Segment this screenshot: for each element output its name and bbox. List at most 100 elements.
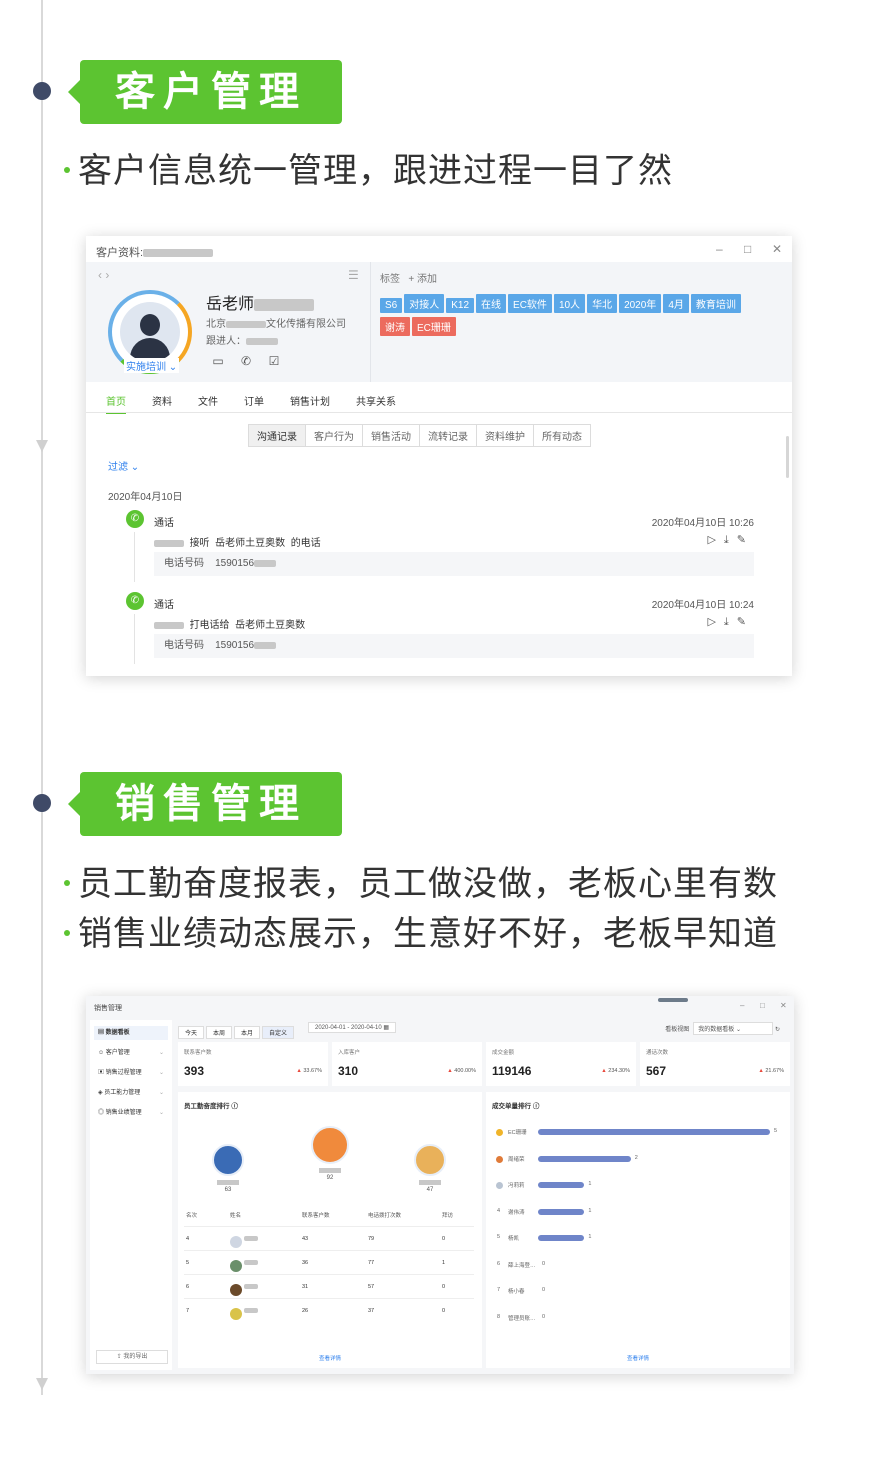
tab-sales-plan[interactable]: 销售计划 xyxy=(290,393,330,412)
menu-icon[interactable]: ☰ xyxy=(348,268,359,282)
bullet-dot xyxy=(64,879,70,886)
column-header[interactable]: 拜访 xyxy=(442,1204,453,1228)
record-subtabs: 沟通记录 客户行为 销售活动 流转记录 资料维护 所有动态 xyxy=(248,424,591,447)
period-week[interactable]: 本周 xyxy=(206,1026,233,1039)
subtab-behavior[interactable]: 客户行为 xyxy=(306,425,363,446)
close-icon[interactable]: ✕ xyxy=(772,242,782,256)
play-icon[interactable]: ▷ xyxy=(707,616,723,628)
bar-value: 2 xyxy=(634,1154,638,1161)
subtab-maintenance[interactable]: 资料维护 xyxy=(477,425,534,446)
tab-home[interactable]: 首页 xyxy=(106,393,126,414)
subtab-transfer[interactable]: 流转记录 xyxy=(420,425,477,446)
customer-name-text: 岳老师 xyxy=(206,296,255,313)
period-custom[interactable]: 自定义 xyxy=(262,1026,295,1039)
close-icon[interactable]: ✕ xyxy=(780,1001,787,1010)
tag[interactable]: EC软件 xyxy=(508,294,552,313)
view-details-link[interactable]: 查看详情 xyxy=(178,1354,482,1362)
export-button[interactable]: ⇪ 我的导出 xyxy=(96,1350,168,1364)
tag[interactable]: 对接人 xyxy=(404,294,445,313)
edit-icon[interactable]: ✎ xyxy=(737,534,754,546)
task-icon[interactable]: ☑ xyxy=(266,354,282,370)
stage-dropdown[interactable]: 实施培训 ⌄ xyxy=(124,358,180,373)
blurred-text xyxy=(243,1260,258,1266)
timeline-connector xyxy=(134,614,135,664)
sidebar-item-customers[interactable]: ☺ 客户管理 ⌄ xyxy=(94,1046,168,1060)
tag[interactable]: 10人 xyxy=(553,294,586,313)
bullet-text: 客户信息统一管理，跟进过程一目了然 xyxy=(78,151,673,191)
bar-value: 0 xyxy=(542,1287,546,1293)
board-value: 我的数据看板 xyxy=(698,1027,735,1033)
cell-visits: 0 xyxy=(442,1308,446,1314)
tag[interactable]: 2020年 xyxy=(619,294,662,313)
timeline-line xyxy=(41,0,43,1395)
up-arrow-icon: ▲ xyxy=(447,1068,453,1074)
record-contact: 岳老师土豆奥数 xyxy=(215,538,286,549)
filter-label: 过滤 xyxy=(108,462,128,473)
page: 客户管理 客户信息统一管理，跟进过程一目了然 客户资料: – □ ✕ ‹ › ☰… xyxy=(0,0,872,1457)
tag[interactable]: 4月 xyxy=(663,294,689,313)
blurred-text xyxy=(243,1308,258,1314)
tab-orders[interactable]: 订单 xyxy=(244,393,264,412)
sidebar-item-staff-ability[interactable]: ◈ 员工能力管理 ⌄ xyxy=(94,1086,168,1100)
period-month[interactable]: 本月 xyxy=(234,1026,261,1039)
record-kind: 通话 xyxy=(154,518,174,529)
table-row: 4 43 79 0 xyxy=(184,1226,474,1250)
chevron-down-icon: ⌄ xyxy=(158,1050,164,1056)
download-icon[interactable]: ⤓ xyxy=(724,534,737,546)
bar-name: 管理员账… xyxy=(508,1315,536,1322)
sidebar-item-label: 数据看板 xyxy=(105,1030,130,1036)
play-icon[interactable]: ▷ xyxy=(707,534,723,546)
edit-icon[interactable]: ✎ xyxy=(737,616,754,628)
follow-label: 跟进人： xyxy=(206,336,246,347)
chart-icon: ▤ xyxy=(98,1030,106,1036)
sidebar-item-sales-process[interactable]: ▣ 销售过程管理 ⌄ xyxy=(94,1066,168,1080)
kpi-change-value: 234.30% xyxy=(608,1068,630,1074)
date-range-picker[interactable]: 2020-04-01 - 2020-04-10 ▦ xyxy=(308,1022,397,1033)
tab-profile[interactable]: 资料 xyxy=(152,393,172,412)
bar-rank: 4 xyxy=(497,1207,501,1214)
sidebar-item-dashboard[interactable]: ▤ 数据看板 xyxy=(94,1026,168,1040)
period-today[interactable]: 今天 xyxy=(178,1026,205,1039)
up-arrow-icon: ▲ xyxy=(601,1068,607,1074)
view-details-link[interactable]: 查看详情 xyxy=(486,1354,790,1362)
subtab-communication[interactable]: 沟通记录 xyxy=(249,425,306,446)
tag[interactable]: K12 xyxy=(446,298,475,313)
nav-arrows-icon[interactable]: ‹ › xyxy=(98,268,109,282)
minimize-icon[interactable]: – xyxy=(716,242,723,256)
download-icon[interactable]: ⤓ xyxy=(724,616,737,628)
podium-score: 63 xyxy=(224,1187,232,1193)
bar-rank: 6 xyxy=(497,1260,501,1267)
refresh-icon[interactable]: ↻ xyxy=(775,1027,780,1033)
subtab-activity[interactable]: 销售活动 xyxy=(363,425,420,446)
kpi-card: 成交金额 119146 ▲ 234.30% xyxy=(486,1042,636,1086)
maximize-icon[interactable]: □ xyxy=(744,242,751,256)
filter-dropdown[interactable]: 过滤 ⌄ xyxy=(108,458,139,473)
drag-handle[interactable] xyxy=(658,998,688,1002)
avatar xyxy=(414,1144,446,1176)
tag[interactable]: EC珊珊 xyxy=(412,317,456,336)
tag[interactable]: S6 xyxy=(380,298,403,313)
subtab-all[interactable]: 所有动态 xyxy=(534,425,590,446)
tag[interactable]: 谢涛 xyxy=(380,317,410,336)
minimize-icon[interactable]: – xyxy=(740,1001,744,1010)
scrollbar[interactable] xyxy=(786,436,789,478)
bar-rank: 7 xyxy=(497,1287,501,1293)
tag[interactable]: 在线 xyxy=(476,294,507,313)
bar-value: 5 xyxy=(774,1128,778,1134)
message-icon[interactable]: ▭ xyxy=(210,354,226,370)
tab-files[interactable]: 文件 xyxy=(198,393,218,412)
sidebar-item-sales-performance[interactable]: ◎ 销售业绩管理 ⌄ xyxy=(94,1106,168,1120)
column-header[interactable]: 联系客户数 xyxy=(302,1204,330,1228)
phone-icon[interactable]: ✆ xyxy=(238,354,254,370)
tag[interactable]: 华北 xyxy=(587,294,618,313)
maximize-icon[interactable]: □ xyxy=(760,1001,765,1010)
export-label: 我的导出 xyxy=(123,1354,148,1360)
avatar xyxy=(230,1235,242,1248)
tab-sharing[interactable]: 共享关系 xyxy=(356,393,396,412)
column-header[interactable]: 电话拨打次数 xyxy=(368,1204,401,1228)
add-tag-button[interactable]: + 添加 xyxy=(408,274,437,285)
board-select[interactable]: 我的数据看板 ⌄ xyxy=(693,1022,774,1035)
podium-third: 47 xyxy=(410,1144,450,1193)
tag[interactable]: 教育培训 xyxy=(690,294,741,313)
process-icon: ▣ xyxy=(98,1070,106,1076)
